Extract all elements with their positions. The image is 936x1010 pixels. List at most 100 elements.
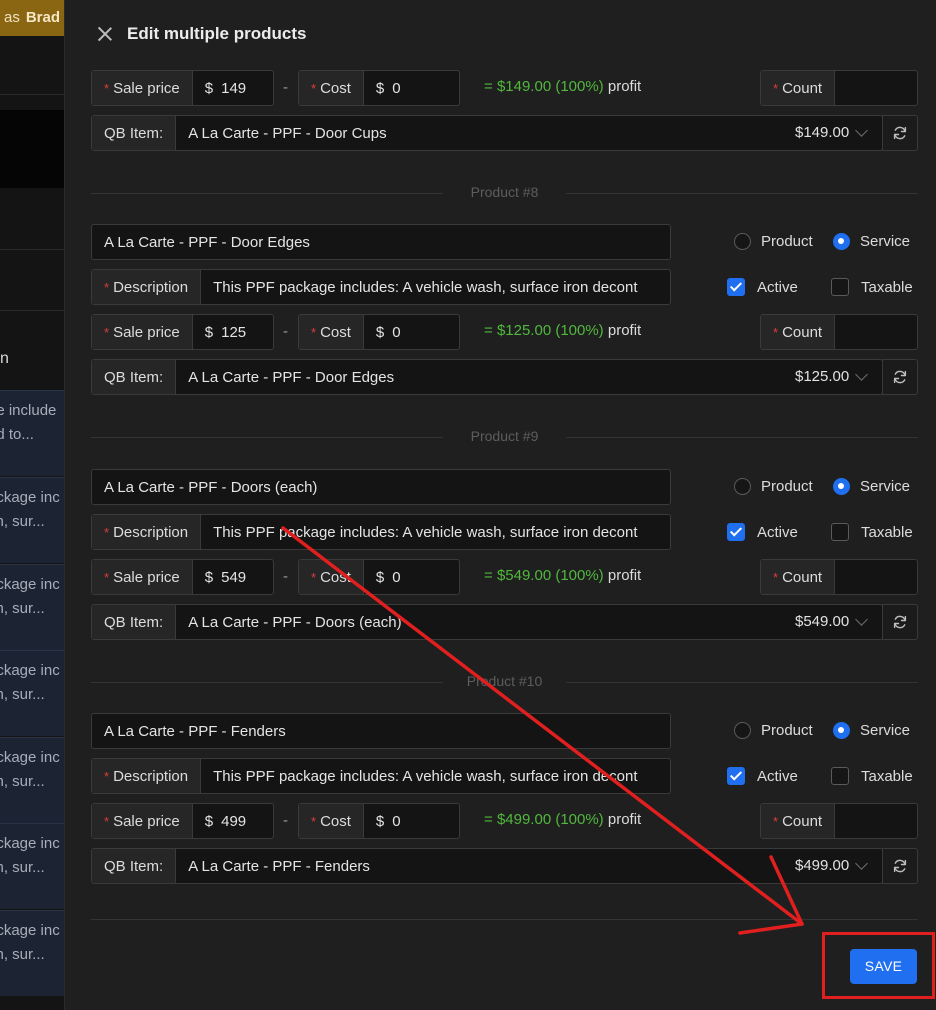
cost-field: * Cost $0 (298, 314, 460, 350)
count-label: * Count (761, 315, 836, 349)
qb-item-select[interactable]: QB Item: A La Carte - PPF - Fenders (91, 848, 883, 884)
qb-item-value: A La Carte - PPF - Door Cups (188, 124, 387, 142)
description-field: * Description This PPF package includes: … (91, 758, 671, 794)
bg-list-row[interactable]: ge includeed to... (0, 390, 64, 476)
qb-item-select[interactable]: QB Item: A La Carte - PPF - Door Cups (91, 115, 883, 151)
cost-field: * Cost $0 (298, 803, 460, 839)
cost-input[interactable]: $0 (364, 569, 459, 586)
qb-item-value: A La Carte - PPF - Doors (each) (188, 613, 402, 631)
sale-price-field: * Sale price $499 (91, 803, 274, 839)
bg-list-row[interactable]: ackage incsh, sur... (0, 650, 64, 736)
sale-price-input[interactable]: $149 (193, 80, 273, 97)
count-field: * Count (760, 803, 918, 839)
bg-list-row[interactable]: ackage incsh, sur... (0, 477, 64, 563)
modal-body[interactable]: * Sale price $149 - * Cost $0 = $149.00 (1… (65, 68, 936, 919)
cost-label: * Cost (299, 315, 364, 349)
refresh-button[interactable] (882, 115, 918, 151)
impersonation-banner: as Brad (0, 0, 64, 36)
description-input[interactable]: This PPF package includes: A vehicle was… (201, 279, 670, 296)
type-product-radio[interactable]: Product (734, 722, 813, 739)
active-checkbox[interactable]: Active (727, 523, 798, 541)
qb-item-select[interactable]: QB Item: A La Carte - PPF - Door Edges (91, 359, 883, 395)
refresh-icon (893, 126, 907, 140)
type-product-radio[interactable]: Product (734, 233, 813, 250)
cost-label: * Cost (299, 71, 364, 105)
type-service-radio[interactable]: Service (833, 478, 910, 495)
refresh-button[interactable] (882, 359, 918, 395)
description-field: * Description This PPF package includes: … (91, 269, 671, 305)
product-name-input[interactable]: A La Carte - PPF - Door Edges (91, 224, 671, 260)
sale-price-label: * Sale price (92, 315, 193, 349)
sale-price-input[interactable]: $549 (193, 569, 273, 586)
price-separator: - (283, 568, 288, 585)
bg-list-row[interactable]: ackage incsh, sur... (0, 564, 64, 650)
profit-summary: = $149.00 (100%) profit (484, 78, 642, 95)
qb-item-label: QB Item: (92, 116, 177, 150)
type-service-radio[interactable]: Service (833, 233, 910, 250)
qb-item-label: QB Item: (92, 360, 177, 394)
taxable-checkbox[interactable]: Taxable (831, 278, 913, 296)
product-divider: Product #8 (91, 183, 918, 203)
radio-icon (734, 233, 751, 250)
refresh-icon (893, 859, 907, 873)
bg-column-heading: n (0, 350, 9, 367)
bg-list-row[interactable]: ackage incsh, sur... (0, 910, 64, 996)
taxable-checkbox[interactable]: Taxable (831, 523, 913, 541)
product-name-input[interactable]: A La Carte - PPF - Doors (each) (91, 469, 671, 505)
count-label: * Count (761, 804, 836, 838)
checkbox-icon (831, 767, 849, 785)
bg-divider (0, 310, 64, 311)
cost-input[interactable]: $0 (364, 80, 459, 97)
qb-item-label: QB Item: (92, 849, 177, 883)
bg-image-area (0, 110, 64, 188)
sale-price-field: * Sale price $149 (91, 70, 274, 106)
bg-divider (0, 94, 64, 95)
active-checkbox[interactable]: Active (727, 767, 798, 785)
active-checkbox[interactable]: Active (727, 278, 798, 296)
type-service-radio[interactable]: Service (833, 722, 910, 739)
price-separator: - (283, 323, 288, 340)
bg-divider (0, 249, 64, 250)
refresh-button[interactable] (882, 848, 918, 884)
type-product-radio[interactable]: Product (734, 478, 813, 495)
bg-list-row[interactable]: ackage incsh, sur... (0, 823, 64, 909)
radio-selected-icon (833, 478, 850, 495)
qb-item-price: $499.00 (795, 857, 850, 874)
cost-label: * Cost (299, 804, 364, 838)
sale-price-input[interactable]: $499 (193, 813, 273, 830)
taxable-checkbox[interactable]: Taxable (831, 767, 913, 785)
refresh-icon (893, 370, 907, 384)
cost-input[interactable]: $0 (364, 813, 459, 830)
qb-item-price: $549.00 (795, 613, 850, 630)
radio-selected-icon (833, 722, 850, 739)
cost-input[interactable]: $0 (364, 324, 459, 341)
price-separator: - (283, 79, 288, 96)
description-label: * Description (92, 759, 202, 793)
refresh-button[interactable] (882, 604, 918, 640)
sale-price-input[interactable]: $125 (193, 324, 273, 341)
modal-header: Edit multiple products (65, 0, 936, 68)
product-form: Product #8 A La Carte - PPF - Door Edges… (91, 183, 918, 428)
product-form-partial: * Sale price $149 - * Cost $0 = $149.00 (1… (91, 70, 918, 154)
description-label: * Description (92, 270, 202, 304)
product-name-input[interactable]: A La Carte - PPF - Fenders (91, 713, 671, 749)
count-label: * Count (761, 71, 836, 105)
annotation-highlight-box (822, 932, 935, 999)
count-field: * Count (760, 70, 918, 106)
checkbox-checked-icon (727, 523, 745, 541)
qb-item-value: A La Carte - PPF - Door Edges (188, 368, 395, 386)
bg-list-row[interactable]: ackage incsh, sur... (0, 737, 64, 823)
count-label: * Count (761, 560, 836, 594)
price-separator: - (283, 812, 288, 829)
description-input[interactable]: This PPF package includes: A vehicle was… (201, 768, 670, 785)
footer-divider (91, 919, 918, 920)
qb-item-select[interactable]: QB Item: A La Carte - PPF - Doors (each) (91, 604, 883, 640)
description-input[interactable]: This PPF package includes: A vehicle was… (201, 524, 670, 541)
profit-summary: = $549.00 (100%) profit (484, 567, 642, 584)
product-heading: Product #8 (470, 184, 539, 200)
sale-price-label: * Sale price (92, 560, 193, 594)
close-icon[interactable] (95, 24, 115, 44)
checkbox-checked-icon (727, 767, 745, 785)
qb-item-price: $125.00 (795, 368, 850, 385)
product-form: Product #10 A La Carte - PPF - Fenders P… (91, 672, 918, 917)
